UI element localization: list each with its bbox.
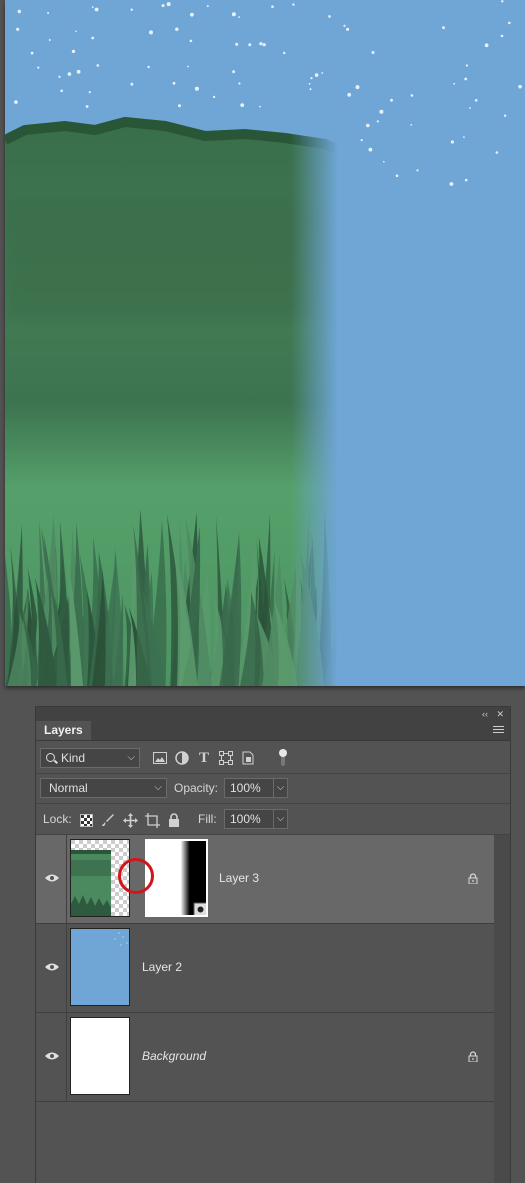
lock-artboard-icon[interactable] (144, 812, 160, 828)
filter-kind-dropdown[interactable]: Kind ⌵ (40, 748, 140, 768)
lock-image-pixels-icon[interactable] (100, 812, 116, 828)
lock-all-icon[interactable] (166, 812, 182, 828)
panel-title-bar[interactable]: ‹‹ ✕ (36, 707, 510, 721)
lock-transparent-pixels-icon[interactable] (78, 812, 94, 828)
fill-slider-dropdown[interactable]: ⌵ (273, 809, 288, 829)
smart-object-filter-icon[interactable] (240, 750, 256, 766)
image-filter-icon[interactable] (152, 750, 168, 766)
lock-row: Lock: Fill: 100% ⌵ (36, 804, 510, 835)
layer-name[interactable]: Layer 3 (219, 871, 259, 885)
layers-list: Layer 3 Layer 2 Background (36, 835, 494, 1102)
search-icon (46, 753, 55, 762)
blend-mode-value: Normal (49, 781, 88, 795)
adjustment-filter-icon[interactable] (174, 750, 190, 766)
eye-icon[interactable] (45, 1051, 59, 1061)
type-filter-icon[interactable]: T (196, 750, 212, 766)
opacity-slider-dropdown[interactable]: ⌵ (273, 778, 288, 798)
lock-position-icon[interactable] (122, 812, 138, 828)
hamburger-menu-icon[interactable] (493, 724, 504, 736)
blend-row: Normal ⌵ Opacity: 100% ⌵ (36, 774, 510, 804)
layer-thumbnail[interactable] (70, 1017, 130, 1095)
layer-row-layer-2[interactable]: Layer 2 (36, 924, 494, 1013)
filter-toggle-switch[interactable] (279, 749, 287, 767)
layer-row-layer-3[interactable]: Layer 3 (36, 835, 494, 924)
chevron-down-icon: ⌵ (127, 752, 135, 763)
fill-label: Fill: (198, 812, 217, 826)
filter-icon-group: T (152, 750, 256, 766)
layers-scrollbar[interactable] (494, 835, 510, 1183)
lock-icon (468, 1051, 478, 1062)
shape-filter-icon[interactable] (218, 750, 234, 766)
filter-kind-label: Kind (61, 751, 86, 765)
double-chevron-left-icon[interactable]: ‹‹ (482, 707, 488, 721)
canvas-area[interactable] (0, 0, 525, 700)
opacity-label: Opacity: (174, 781, 219, 795)
blend-mode-dropdown[interactable]: Normal ⌵ (40, 778, 167, 798)
eye-icon[interactable] (45, 873, 59, 883)
layer-thumbnail[interactable] (70, 928, 130, 1006)
layer-name[interactable]: Layer 2 (142, 960, 182, 974)
fill-input[interactable]: 100% (224, 809, 274, 829)
lock-icon (468, 873, 478, 884)
eye-icon[interactable] (45, 962, 59, 972)
tab-layers[interactable]: Layers (36, 721, 91, 740)
chevron-down-icon: ⌵ (154, 782, 162, 793)
layer-mask-thumbnail[interactable] (145, 839, 208, 917)
layer-name[interactable]: Background (142, 1049, 206, 1063)
document-canvas[interactable] (5, 0, 525, 686)
layer-row-background[interactable]: Background (36, 1013, 494, 1102)
panel-tab-row: Layers (36, 721, 510, 741)
close-icon[interactable]: ✕ (496, 707, 504, 721)
canvas-artwork (5, 0, 525, 686)
opacity-input[interactable]: 100% (224, 778, 274, 798)
lock-label: Lock: (43, 812, 72, 826)
annotation-circle (118, 858, 154, 894)
layers-panel: ‹‹ ✕ Layers Kind ⌵ T Normal ⌵ Opacity: 1… (35, 706, 511, 1183)
filter-row: Kind ⌵ T (36, 743, 510, 774)
